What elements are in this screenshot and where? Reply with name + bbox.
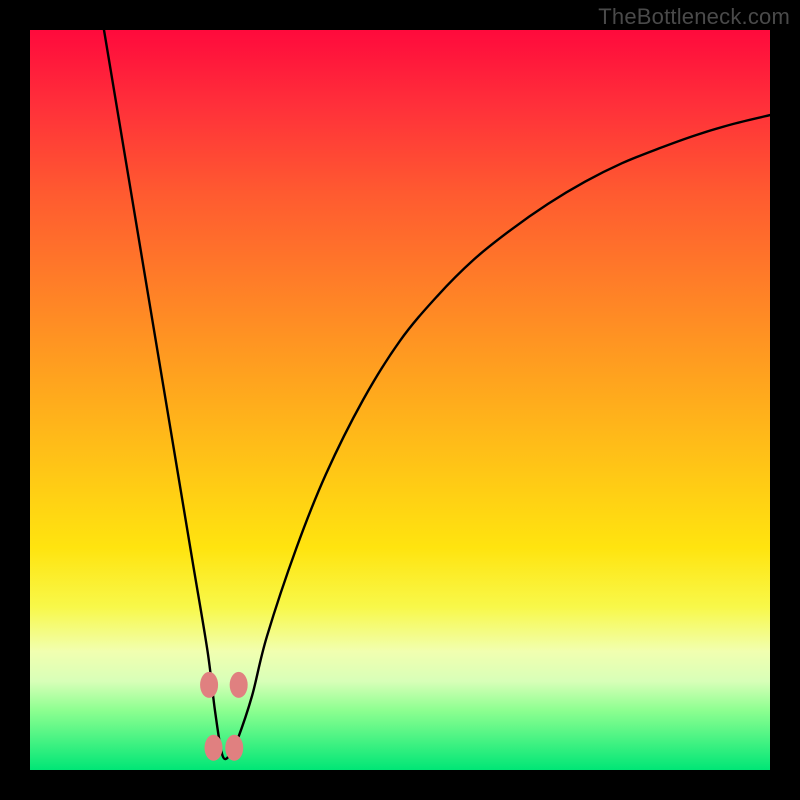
curve-marker	[205, 735, 223, 761]
bottleneck-curve	[104, 30, 770, 759]
marker-group	[200, 672, 248, 761]
curve-marker	[230, 672, 248, 698]
bottleneck-chart	[30, 30, 770, 770]
outer-frame: TheBottleneck.com	[0, 0, 800, 800]
watermark-text: TheBottleneck.com	[598, 4, 790, 30]
plot-area	[30, 30, 770, 770]
curve-marker	[200, 672, 218, 698]
curve-marker	[225, 735, 243, 761]
